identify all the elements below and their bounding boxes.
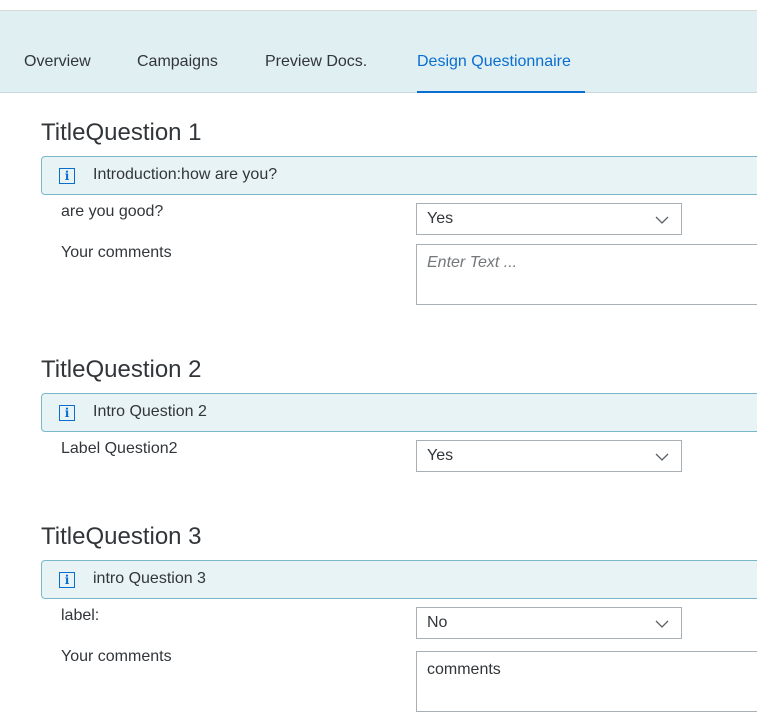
question-2-intro-bar: i Intro Question 2	[41, 393, 757, 432]
tab-campaigns[interactable]: Campaigns	[137, 11, 218, 93]
question-2-select-value: Yes	[427, 447, 454, 464]
question-3-intro-text: intro Question 3	[93, 570, 206, 587]
question-1-intro-bar: i Introduction:how are you?	[41, 156, 757, 195]
question-2-title: TitleQuestion 2	[41, 356, 202, 383]
questionnaire-content: TitleQuestion 1 i Introduction:how are y…	[0, 93, 757, 712]
tab-preview-docs[interactable]: Preview Docs.	[265, 11, 367, 93]
question-3-comments-value: comments	[427, 661, 501, 678]
question-3-select-label: label:	[61, 607, 100, 624]
info-icon: i	[59, 572, 75, 588]
question-1-select[interactable]: Yes	[416, 203, 682, 235]
info-icon: i	[59, 405, 75, 421]
question-1-title: TitleQuestion 1	[41, 119, 202, 146]
tab-bar: Overview Campaigns Preview Docs. Design …	[0, 11, 757, 93]
question-1-comments-placeholder: Enter Text ...	[427, 254, 518, 271]
chevron-down-icon	[655, 453, 669, 461]
tab-design-questionnaire[interactable]: Design Questionnaire	[417, 11, 585, 93]
question-3-select-value: No	[427, 614, 448, 631]
question-3-title: TitleQuestion 3	[41, 523, 202, 550]
question-2-select-label: Label Question2	[61, 440, 178, 457]
info-icon: i	[59, 168, 75, 184]
question-2-select[interactable]: Yes	[416, 440, 682, 472]
question-1-comments-input[interactable]: Enter Text ...	[416, 244, 757, 305]
tab-overview[interactable]: Overview	[24, 11, 91, 93]
question-3-comments-input[interactable]: comments	[416, 651, 757, 712]
question-1-intro-text: Introduction:how are you?	[93, 166, 278, 183]
chevron-down-icon	[655, 216, 669, 224]
question-1-comments-label: Your comments	[61, 244, 172, 261]
question-1-select-value: Yes	[427, 210, 454, 227]
question-3-comments-label: Your comments	[61, 648, 172, 665]
question-3-intro-bar: i intro Question 3	[41, 560, 757, 599]
question-2-intro-text: Intro Question 2	[93, 403, 207, 420]
chevron-down-icon	[655, 620, 669, 628]
question-3-select[interactable]: No	[416, 607, 682, 639]
question-1-select-label: are you good?	[61, 203, 164, 220]
top-shell-bar	[0, 0, 757, 11]
